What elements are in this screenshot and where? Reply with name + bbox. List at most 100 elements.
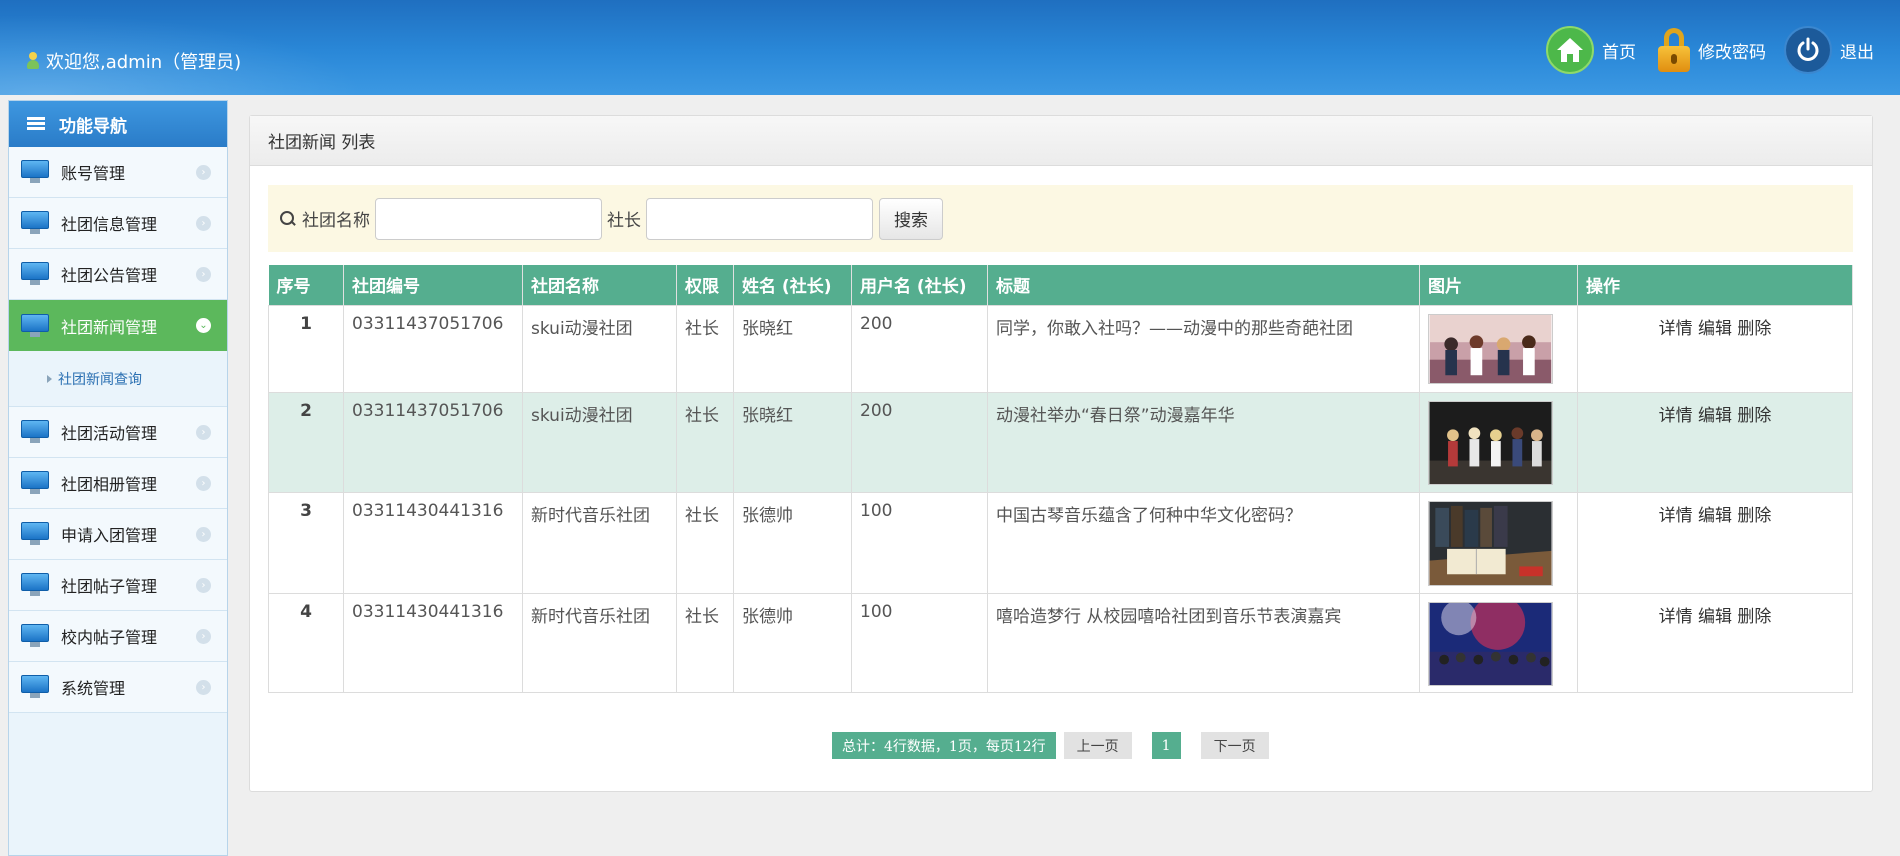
lock-icon (1654, 26, 1694, 74)
monitor-icon (21, 420, 49, 444)
sidebar-item-label: 社团活动管理 (61, 424, 158, 443)
news-thumbnail[interactable] (1428, 500, 1553, 586)
edit-link[interactable]: 编辑 (1698, 506, 1732, 526)
chevron-right-icon: › (196, 476, 211, 491)
delete-link[interactable]: 删除 (1737, 506, 1771, 526)
table-row: 2 03311437051706 skui动漫社团 社长 张晓红 200 动漫社… (268, 391, 1853, 493)
cell-leader-name: 张德帅 (733, 592, 852, 693)
panel-title: 社团新闻 列表 (250, 116, 1872, 166)
cell-role: 社长 (676, 391, 734, 493)
col-header-actions: 操作 (1577, 265, 1853, 305)
sidebar-item-system[interactable]: 系统管理 › (9, 662, 227, 713)
top-header: 欢迎您,admin（管理员) 首页 修改密码 退出 (0, 0, 1900, 95)
sidebar-item-club-info[interactable]: 社团信息管理 › (9, 198, 227, 249)
sidebar-item-label: 校内帖子管理 (61, 628, 158, 647)
cell-title: 嘻哈造梦行 从校园嘻哈社团到音乐节表演嘉宾 (987, 592, 1420, 693)
sidebar-item-club-notices[interactable]: 社团公告管理 › (9, 249, 227, 300)
table-header-row: 序号 社团编号 社团名称 权限 姓名 (社长) 用户名 (社长) 标题 图片 操… (268, 265, 1853, 305)
detail-link[interactable]: 详情 (1659, 406, 1693, 426)
monitor-icon (21, 160, 49, 184)
detail-link[interactable]: 详情 (1659, 506, 1693, 526)
sidebar-item-campus-posts[interactable]: 校内帖子管理 › (9, 611, 227, 662)
chevron-down-icon: ⌄ (196, 318, 211, 333)
news-thumbnail[interactable] (1428, 601, 1553, 686)
pagination: 总计：4行数据，1页，每页12行 上一页 1 下一页 (832, 732, 1269, 759)
leader-label: 社长 (607, 211, 641, 231)
edit-link[interactable]: 编辑 (1698, 406, 1732, 426)
news-table: 序号 社团编号 社团名称 权限 姓名 (社长) 用户名 (社长) 标题 图片 操… (268, 265, 1853, 693)
triangle-right-icon (47, 374, 52, 383)
cell-leader-username: 100 (851, 592, 988, 693)
col-header-club-name: 社团名称 (522, 265, 677, 305)
cell-image (1419, 491, 1578, 594)
cell-leader-name: 张晓红 (733, 391, 852, 493)
club-name-input[interactable] (375, 197, 602, 240)
edit-link[interactable]: 编辑 (1698, 607, 1732, 627)
cell-no: 2 (268, 391, 344, 493)
delete-link[interactable]: 删除 (1737, 607, 1771, 627)
logout-link[interactable]: 退出 (1784, 26, 1874, 74)
sidebar-subitem-news-query[interactable]: 社团新闻查询 (9, 351, 227, 407)
col-header-image: 图片 (1419, 265, 1578, 305)
detail-link[interactable]: 详情 (1659, 319, 1693, 339)
monitor-icon (21, 313, 49, 338)
cell-leader-name: 张德帅 (733, 491, 852, 594)
leader-input[interactable] (646, 197, 873, 240)
cell-role: 社长 (676, 491, 734, 594)
sidebar-item-club-posts[interactable]: 社团帖子管理 › (9, 560, 227, 611)
sidebar-item-label: 社团信息管理 (61, 215, 158, 234)
monitor-icon (21, 471, 49, 495)
sidebar: 功能导航 账号管理 › 社团信息管理 › 社团公告管理 › 社团新闻管理 ⌄ 社… (8, 100, 228, 856)
cell-club-name: 新时代音乐社团 (522, 592, 677, 693)
cell-actions: 详情 编辑 删除 (1577, 491, 1853, 594)
sidebar-item-label: 社团公告管理 (61, 266, 158, 285)
prev-page-button[interactable]: 上一页 (1063, 732, 1132, 759)
monitor-icon (21, 573, 49, 597)
welcome-text: 欢迎您,admin（管理员) (46, 52, 242, 73)
sidebar-item-label: 社团帖子管理 (61, 577, 158, 596)
cell-leader-name: 张晓红 (733, 304, 852, 393)
sidebar-item-club-news[interactable]: 社团新闻管理 ⌄ (9, 300, 227, 351)
list-icon (27, 117, 45, 131)
delete-link[interactable]: 删除 (1737, 319, 1771, 339)
user-icon (26, 52, 40, 70)
sidebar-item-club-activities[interactable]: 社团活动管理 › (9, 407, 227, 458)
cell-no: 3 (268, 491, 344, 594)
sidebar-item-label: 社团新闻管理 (61, 317, 158, 337)
next-page-button[interactable]: 下一页 (1200, 732, 1269, 759)
chevron-right-icon: › (196, 680, 211, 695)
sidebar-item-label: 系统管理 (61, 679, 126, 698)
sidebar-item-join-requests[interactable]: 申请入团管理 › (9, 509, 227, 560)
edit-link[interactable]: 编辑 (1698, 319, 1732, 339)
logout-label: 退出 (1840, 42, 1874, 63)
col-header-role: 权限 (676, 265, 734, 305)
delete-link[interactable]: 删除 (1737, 406, 1771, 426)
col-header-title: 标题 (987, 265, 1420, 305)
col-header-club-id: 社团编号 (343, 265, 523, 305)
sidebar-item-club-albums[interactable]: 社团相册管理 › (9, 458, 227, 509)
news-thumbnail[interactable] (1428, 400, 1553, 485)
cell-title: 中国古琴音乐蕴含了何种中华文化密码？ (987, 491, 1420, 594)
sidebar-title: 功能导航 (59, 116, 127, 137)
header-links: 首页 修改密码 退出 (1528, 26, 1874, 74)
detail-link[interactable]: 详情 (1659, 607, 1693, 627)
home-link[interactable]: 首页 (1546, 26, 1636, 74)
news-thumbnail[interactable] (1428, 313, 1553, 384)
sidebar-item-accounts[interactable]: 账号管理 › (9, 147, 227, 198)
chevron-right-icon: › (196, 165, 211, 180)
page-number-button[interactable]: 1 (1151, 732, 1181, 759)
cell-club-name: skui动漫社团 (522, 304, 677, 393)
search-button[interactable]: 搜索 (879, 197, 943, 240)
sidebar-item-label: 申请入团管理 (61, 526, 158, 545)
change-password-link[interactable]: 修改密码 (1654, 26, 1766, 74)
monitor-icon (21, 211, 49, 235)
chevron-right-icon: › (196, 425, 211, 440)
cell-no: 1 (268, 304, 344, 393)
col-header-leader-username: 用户名 (社长) (851, 265, 988, 305)
search-bar: 社团名称 社长 搜索 (268, 185, 1853, 252)
monitor-icon (21, 675, 49, 699)
cell-actions: 详情 编辑 删除 (1577, 304, 1853, 393)
change-password-label: 修改密码 (1698, 42, 1766, 63)
pagination-total: 总计：4行数据，1页，每页12行 (832, 732, 1056, 759)
sidebar-item-label: 账号管理 (61, 164, 126, 183)
